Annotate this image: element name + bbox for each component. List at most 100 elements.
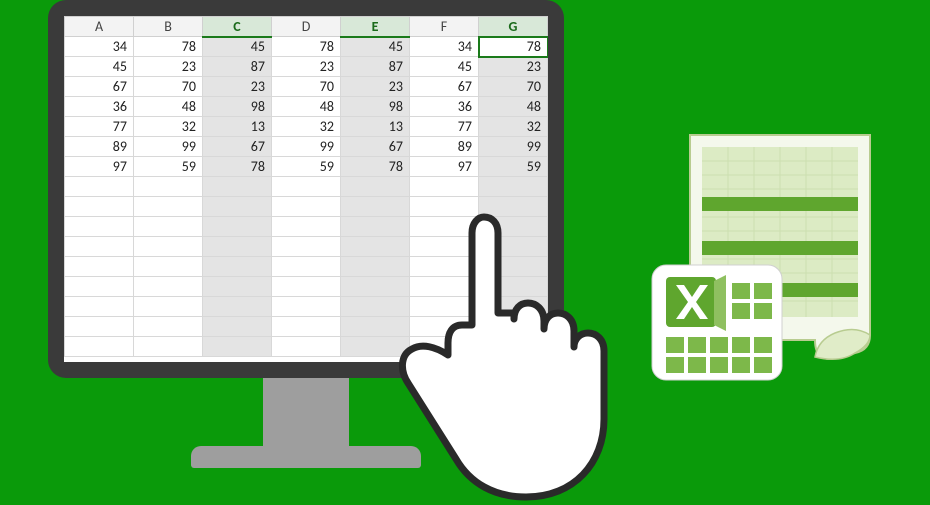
cell-f-14[interactable] bbox=[410, 297, 479, 317]
cell-e-12[interactable] bbox=[341, 257, 410, 277]
cell-g-3[interactable]: 70 bbox=[479, 77, 548, 97]
cell-g-11[interactable] bbox=[479, 237, 548, 257]
cell-a-15[interactable] bbox=[65, 317, 134, 337]
cell-b-10[interactable] bbox=[134, 217, 203, 237]
cell-c-14[interactable] bbox=[203, 297, 272, 317]
cell-e-14[interactable] bbox=[341, 297, 410, 317]
cell-b-5[interactable]: 32 bbox=[134, 117, 203, 137]
cell-b-16[interactable] bbox=[134, 337, 203, 357]
cell-d-6[interactable]: 99 bbox=[272, 137, 341, 157]
cell-a-16[interactable] bbox=[65, 337, 134, 357]
cell-f-16[interactable] bbox=[410, 337, 479, 357]
cell-d-4[interactable]: 48 bbox=[272, 97, 341, 117]
cell-a-12[interactable] bbox=[65, 257, 134, 277]
cell-f-8[interactable] bbox=[410, 177, 479, 197]
table-row[interactable]: 89996799678999 bbox=[65, 137, 548, 157]
cell-a-10[interactable] bbox=[65, 217, 134, 237]
cell-f-13[interactable] bbox=[410, 277, 479, 297]
cell-e-8[interactable] bbox=[341, 177, 410, 197]
cell-e-6[interactable]: 67 bbox=[341, 137, 410, 157]
cell-b-9[interactable] bbox=[134, 197, 203, 217]
cell-f-11[interactable] bbox=[410, 237, 479, 257]
cell-c-6[interactable]: 67 bbox=[203, 137, 272, 157]
cell-d-5[interactable]: 32 bbox=[272, 117, 341, 137]
cell-c-16[interactable] bbox=[203, 337, 272, 357]
cell-c-9[interactable] bbox=[203, 197, 272, 217]
cell-a-6[interactable]: 89 bbox=[65, 137, 134, 157]
table-row[interactable] bbox=[65, 277, 548, 297]
table-row[interactable]: 77321332137732 bbox=[65, 117, 548, 137]
table-row[interactable] bbox=[65, 177, 548, 197]
cell-e-11[interactable] bbox=[341, 237, 410, 257]
column-header-c[interactable]: C bbox=[203, 17, 272, 37]
cell-c-3[interactable]: 23 bbox=[203, 77, 272, 97]
table-row[interactable]: 67702370236770 bbox=[65, 77, 548, 97]
table-row[interactable] bbox=[65, 237, 548, 257]
cell-e-16[interactable] bbox=[341, 337, 410, 357]
cell-a-2[interactable]: 45 bbox=[65, 57, 134, 77]
cell-g-2[interactable]: 23 bbox=[479, 57, 548, 77]
cell-d-11[interactable] bbox=[272, 237, 341, 257]
cell-d-9[interactable] bbox=[272, 197, 341, 217]
cell-a-8[interactable] bbox=[65, 177, 134, 197]
cell-g-10[interactable] bbox=[479, 217, 548, 237]
cell-a-11[interactable] bbox=[65, 237, 134, 257]
cell-g-1[interactable]: 78 bbox=[479, 37, 548, 57]
cell-g-13[interactable] bbox=[479, 277, 548, 297]
table-row[interactable] bbox=[65, 297, 548, 317]
cell-a-9[interactable] bbox=[65, 197, 134, 217]
cell-a-5[interactable]: 77 bbox=[65, 117, 134, 137]
cell-g-16[interactable] bbox=[479, 337, 548, 357]
cell-d-1[interactable]: 78 bbox=[272, 37, 341, 57]
cell-d-13[interactable] bbox=[272, 277, 341, 297]
cell-g-6[interactable]: 99 bbox=[479, 137, 548, 157]
cell-a-4[interactable]: 36 bbox=[65, 97, 134, 117]
cell-f-4[interactable]: 36 bbox=[410, 97, 479, 117]
cell-e-3[interactable]: 23 bbox=[341, 77, 410, 97]
cell-a-1[interactable]: 34 bbox=[65, 37, 134, 57]
column-header-a[interactable]: A bbox=[65, 17, 134, 37]
cell-c-10[interactable] bbox=[203, 217, 272, 237]
cell-a-14[interactable] bbox=[65, 297, 134, 317]
table-row[interactable]: 36489848983648 bbox=[65, 97, 548, 117]
cell-c-11[interactable] bbox=[203, 237, 272, 257]
cell-c-8[interactable] bbox=[203, 177, 272, 197]
cell-e-7[interactable]: 78 bbox=[341, 157, 410, 177]
table-row[interactable] bbox=[65, 197, 548, 217]
cell-c-15[interactable] bbox=[203, 317, 272, 337]
column-header-f[interactable]: F bbox=[410, 17, 479, 37]
cell-d-3[interactable]: 70 bbox=[272, 77, 341, 97]
cell-c-13[interactable] bbox=[203, 277, 272, 297]
table-row[interactable]: 45238723874523 bbox=[65, 57, 548, 77]
table-row[interactable] bbox=[65, 217, 548, 237]
table-row[interactable]: 97597859789759 bbox=[65, 157, 548, 177]
table-row[interactable] bbox=[65, 257, 548, 277]
cell-b-11[interactable] bbox=[134, 237, 203, 257]
cell-c-5[interactable]: 13 bbox=[203, 117, 272, 137]
cell-d-15[interactable] bbox=[272, 317, 341, 337]
cell-f-15[interactable] bbox=[410, 317, 479, 337]
cell-g-5[interactable]: 32 bbox=[479, 117, 548, 137]
cell-f-6[interactable]: 89 bbox=[410, 137, 479, 157]
cell-e-5[interactable]: 13 bbox=[341, 117, 410, 137]
cell-c-12[interactable] bbox=[203, 257, 272, 277]
cell-a-3[interactable]: 67 bbox=[65, 77, 134, 97]
cell-b-3[interactable]: 70 bbox=[134, 77, 203, 97]
cell-f-1[interactable]: 34 bbox=[410, 37, 479, 57]
table-row[interactable] bbox=[65, 337, 548, 357]
cell-b-2[interactable]: 23 bbox=[134, 57, 203, 77]
cell-c-7[interactable]: 78 bbox=[203, 157, 272, 177]
column-header-row[interactable]: ABCDEFG bbox=[65, 17, 548, 37]
cell-d-7[interactable]: 59 bbox=[272, 157, 341, 177]
cell-f-12[interactable] bbox=[410, 257, 479, 277]
cell-e-4[interactable]: 98 bbox=[341, 97, 410, 117]
column-header-d[interactable]: D bbox=[272, 17, 341, 37]
cell-f-5[interactable]: 77 bbox=[410, 117, 479, 137]
cell-e-9[interactable] bbox=[341, 197, 410, 217]
spreadsheet-grid[interactable]: ABCDEFG 34784578453478452387238745236770… bbox=[64, 16, 548, 357]
cell-d-10[interactable] bbox=[272, 217, 341, 237]
cell-a-13[interactable] bbox=[65, 277, 134, 297]
cell-d-2[interactable]: 23 bbox=[272, 57, 341, 77]
cell-b-14[interactable] bbox=[134, 297, 203, 317]
cell-b-8[interactable] bbox=[134, 177, 203, 197]
